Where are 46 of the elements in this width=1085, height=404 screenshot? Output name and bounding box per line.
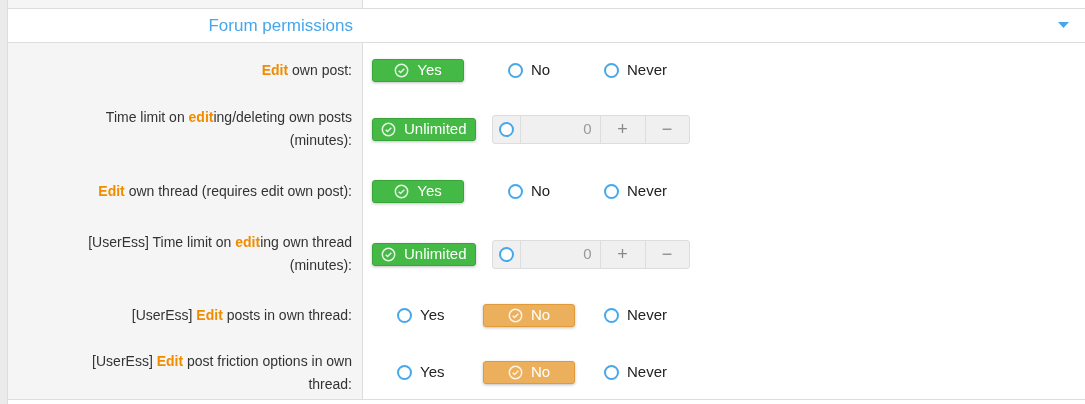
- selected-option-button[interactable]: Yes: [372, 59, 464, 82]
- check-circle-icon: [381, 121, 396, 137]
- radio-button[interactable]: [508, 63, 523, 78]
- option-label: Never: [627, 362, 667, 383]
- radio-button[interactable]: [604, 184, 619, 199]
- field-label: [UserEss] Time limit on editing own thread (minutes):: [87, 233, 352, 275]
- number-input[interactable]: 0: [520, 240, 600, 268]
- option-label: Yes: [420, 305, 445, 326]
- number-input[interactable]: 0: [520, 115, 600, 143]
- option-label: Never: [627, 305, 667, 326]
- decrement-button[interactable]: −: [644, 240, 689, 268]
- radio-button[interactable]: [397, 365, 412, 380]
- option-label: No: [531, 181, 551, 202]
- number-spinner[interactable]: 0 + −: [491, 114, 690, 144]
- radio-button[interactable]: [604, 365, 619, 380]
- field-label: [UserEss] Edit post friction options in own thread:: [91, 351, 352, 394]
- selected-option-button[interactable]: Unlimited: [372, 117, 476, 141]
- radio-button[interactable]: [397, 308, 412, 323]
- check-circle-icon: [394, 63, 410, 78]
- check-circle-icon: [507, 308, 523, 323]
- check-circle-icon: [507, 365, 523, 380]
- increment-button[interactable]: +: [599, 115, 645, 143]
- radio-button[interactable]: [508, 184, 523, 199]
- radio-button[interactable]: [498, 246, 514, 262]
- field-label: Edit own post:: [261, 61, 352, 80]
- check-circle-icon: [394, 184, 410, 199]
- option-label: Never: [627, 181, 667, 202]
- option-label: Yes: [420, 362, 445, 383]
- decrement-button[interactable]: −: [644, 115, 689, 143]
- check-circle-icon: [381, 246, 396, 262]
- selected-option-button[interactable]: No: [483, 361, 575, 384]
- selected-option-button[interactable]: Yes: [372, 180, 464, 203]
- field-label: Edit own thread (requires edit own post):: [98, 182, 352, 201]
- selected-option-button[interactable]: Unlimited: [372, 242, 476, 266]
- radio-button[interactable]: [604, 308, 619, 323]
- radio-button[interactable]: [498, 121, 514, 137]
- radio-button[interactable]: [604, 63, 619, 78]
- selected-option-button[interactable]: No: [483, 304, 575, 327]
- number-spinner[interactable]: 0 + −: [491, 239, 690, 269]
- increment-button[interactable]: +: [599, 240, 645, 268]
- option-label: Never: [627, 60, 667, 81]
- caret-down-icon[interactable]: [1058, 22, 1069, 29]
- field-label: Time limit on editing/deleting own posts (minutes):: [104, 108, 352, 150]
- field-label: [UserEss] Edit posts in own thread:: [131, 306, 352, 325]
- section-title: Forum permissions: [207, 14, 353, 37]
- option-label: No: [531, 60, 551, 81]
